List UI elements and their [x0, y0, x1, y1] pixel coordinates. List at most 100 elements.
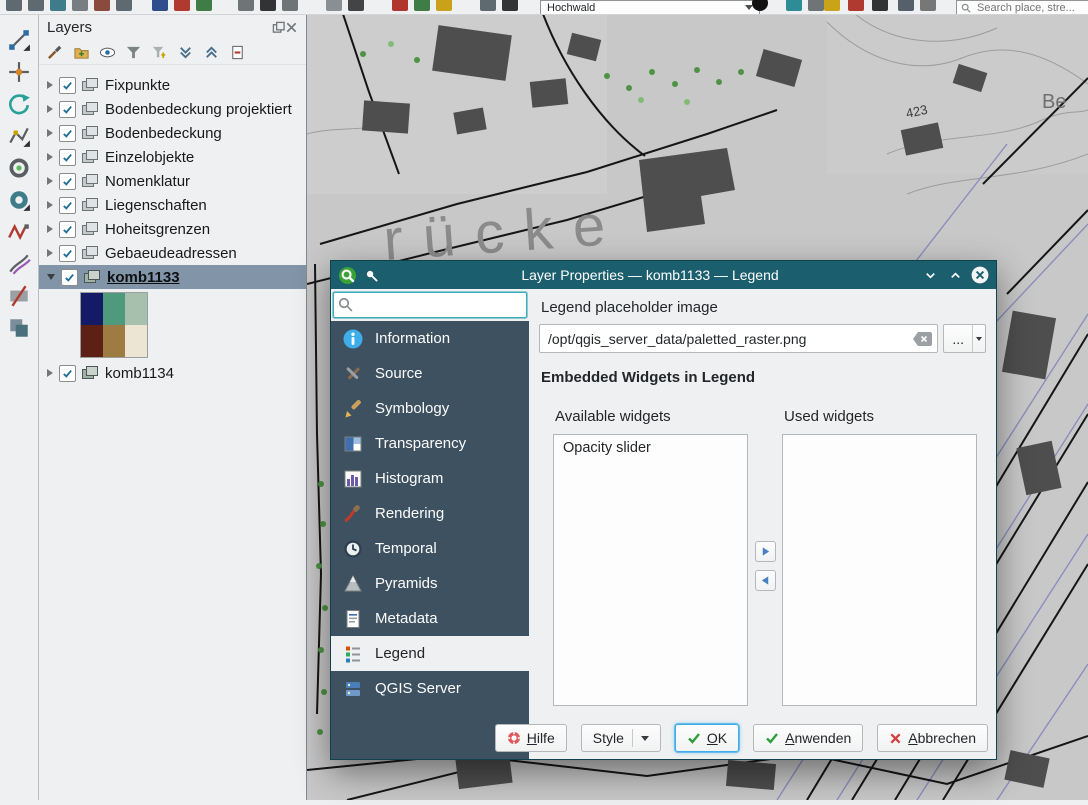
remove-layer-icon[interactable]: [229, 44, 246, 61]
toolbar-icon[interactable]: [174, 0, 190, 11]
cancel-button[interactable]: Abbrechen: [877, 724, 988, 752]
toolbar-icon[interactable]: [848, 0, 864, 11]
toolbar-icon[interactable]: [502, 0, 518, 11]
expand-all-icon[interactable]: [177, 44, 194, 61]
expander-icon[interactable]: [47, 81, 53, 89]
expander-icon[interactable]: [47, 249, 53, 257]
add-group-icon[interactable]: [73, 44, 90, 61]
layer-checkbox[interactable]: [59, 149, 76, 166]
tab-pyramids[interactable]: Pyramids: [331, 566, 529, 601]
tab-temporal[interactable]: Temporal: [331, 531, 529, 566]
placeholder-path-input[interactable]: [540, 331, 913, 347]
move-feature-icon[interactable]: [7, 60, 31, 84]
close-panel-icon[interactable]: [285, 21, 298, 34]
toolbar-icon[interactable]: [480, 0, 496, 11]
available-widgets-list[interactable]: Opacity slider: [553, 434, 748, 706]
tab-transparency[interactable]: Transparency: [331, 426, 529, 461]
layer-row-komb1133[interactable]: komb1133: [39, 265, 306, 289]
layer-row[interactable]: Bodenbedeckung: [39, 121, 306, 145]
filter-by-expression-icon[interactable]: [151, 44, 168, 61]
fill-ring-icon[interactable]: [7, 188, 31, 212]
move-right-button[interactable]: [755, 541, 776, 562]
float-panel-icon[interactable]: [272, 21, 285, 34]
layer-checkbox[interactable]: [59, 125, 76, 142]
expander-icon[interactable]: [47, 274, 55, 280]
properties-search-input[interactable]: [333, 292, 527, 318]
expander-icon[interactable]: [47, 225, 53, 233]
toolbar-icon[interactable]: [392, 0, 408, 11]
locator-search-input[interactable]: [975, 1, 1079, 15]
ok-button[interactable]: OK: [675, 724, 739, 752]
toolbar-icon[interactable]: [348, 0, 364, 11]
toolbar-icon[interactable]: [282, 0, 298, 11]
simplify-feature-icon[interactable]: [7, 124, 31, 148]
toolbar-icon[interactable]: [28, 0, 44, 11]
rotate-feature-icon[interactable]: [7, 92, 31, 116]
locator-search[interactable]: [956, 0, 1088, 15]
layer-row[interactable]: Liegenschaften: [39, 193, 306, 217]
layer-row[interactable]: Gebaeudeadressen: [39, 241, 306, 265]
expander-icon[interactable]: [47, 177, 53, 185]
pin-icon[interactable]: [364, 268, 379, 283]
close-icon[interactable]: [971, 266, 989, 284]
move-left-button[interactable]: [755, 570, 776, 591]
tab-qgis-server[interactable]: QGIS Server: [331, 671, 529, 706]
filter-legend-icon[interactable]: [125, 44, 142, 61]
expander-icon[interactable]: [47, 105, 53, 113]
dialog-titlebar[interactable]: Layer Properties — komb1133 — Legend: [331, 261, 996, 289]
toolbar-icon[interactable]: [94, 0, 110, 11]
layer-checkbox[interactable]: [61, 269, 78, 286]
toolbar-icon[interactable]: [6, 0, 22, 11]
toolbar-icon[interactable]: [72, 0, 88, 11]
toolbar-icon[interactable]: [260, 0, 276, 11]
layer-row[interactable]: Bodenbedeckung projektiert: [39, 97, 306, 121]
tab-information[interactable]: Information: [331, 321, 529, 356]
chevron-down-icon[interactable]: [973, 337, 985, 341]
expander-icon[interactable]: [47, 369, 53, 377]
toolbar-icon[interactable]: [238, 0, 254, 11]
toolbar-icon[interactable]: [196, 0, 212, 11]
open-layer-styling-icon[interactable]: [47, 44, 64, 61]
layer-row[interactable]: Fixpunkte: [39, 73, 306, 97]
browse-button[interactable]: ...: [943, 324, 986, 353]
tab-histogram[interactable]: Histogram: [331, 461, 529, 496]
add-ring-icon[interactable]: [7, 156, 31, 180]
layer-select-combobox[interactable]: Hochwald: [540, 0, 760, 15]
split-features-icon[interactable]: [7, 284, 31, 308]
toolbar-icon[interactable]: [786, 0, 802, 11]
layer-row[interactable]: Einzelobjekte: [39, 145, 306, 169]
tab-symbology[interactable]: Symbology: [331, 391, 529, 426]
layer-checkbox[interactable]: [59, 365, 76, 382]
layer-checkbox[interactable]: [59, 221, 76, 238]
expander-icon[interactable]: [47, 153, 53, 161]
toolbar-icon[interactable]: [50, 0, 66, 11]
vertex-tool-icon[interactable]: [7, 28, 31, 52]
manage-map-themes-icon[interactable]: [99, 44, 116, 61]
layer-row[interactable]: Nomenklatur: [39, 169, 306, 193]
placeholder-path-field[interactable]: [539, 324, 938, 353]
tab-rendering[interactable]: Rendering: [331, 496, 529, 531]
toolbar-icon[interactable]: [326, 0, 342, 11]
list-item-opacity-slider[interactable]: Opacity slider: [554, 435, 747, 461]
apply-button[interactable]: Anwenden: [753, 724, 863, 752]
toolbar-icon[interactable]: [898, 0, 914, 11]
expander-icon[interactable]: [47, 129, 53, 137]
layer-row[interactable]: Hoheitsgrenzen: [39, 217, 306, 241]
clear-field-icon[interactable]: [913, 332, 932, 346]
toolbar-icon[interactable]: [414, 0, 430, 11]
toolbar-icon[interactable]: [920, 0, 936, 11]
layer-row-komb1134[interactable]: komb1134: [39, 361, 306, 385]
tab-metadata[interactable]: Metadata: [331, 601, 529, 636]
collapse-all-icon[interactable]: [203, 44, 220, 61]
offset-curve-icon[interactable]: [7, 252, 31, 276]
tab-legend[interactable]: Legend: [331, 636, 529, 671]
toolbar-icon[interactable]: [116, 0, 132, 11]
toolbar-icon[interactable]: [808, 0, 824, 11]
toolbar-icon[interactable]: [872, 0, 888, 11]
layer-checkbox[interactable]: [59, 101, 76, 118]
toolbar-icon[interactable]: [152, 0, 168, 11]
layer-checkbox[interactable]: [59, 173, 76, 190]
layer-checkbox[interactable]: [59, 197, 76, 214]
help-button[interactable]: Hilfe: [495, 724, 567, 752]
toolbar-icon[interactable]: [436, 0, 452, 11]
